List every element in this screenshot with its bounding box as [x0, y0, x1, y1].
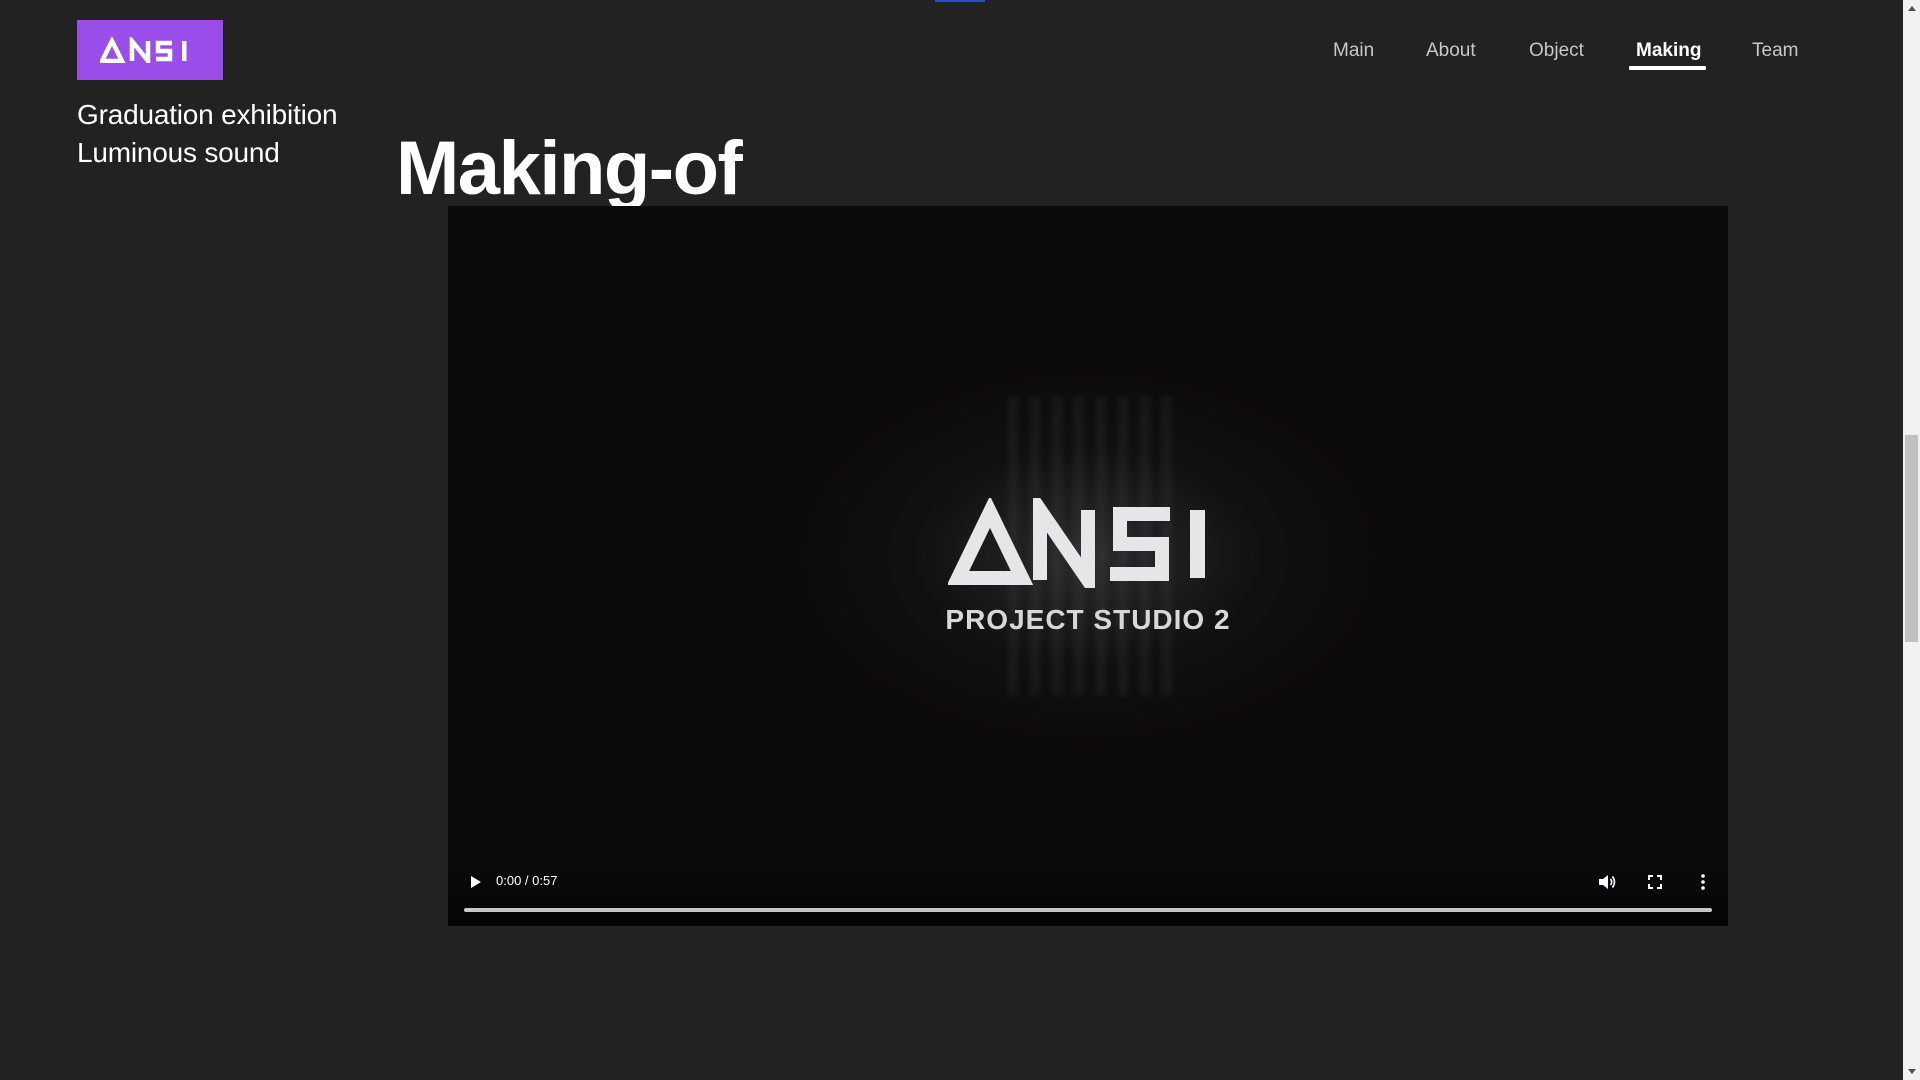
subtitle-line-2: Luminous sound: [77, 137, 280, 168]
nav-active-underline: [1629, 66, 1706, 70]
more-options-icon: [1701, 874, 1705, 890]
arrow-up-icon: [1907, 6, 1916, 11]
page-scrollbar[interactable]: [1903, 0, 1920, 1080]
page: Graduation exhibition Luminous sound Mai…: [0, 0, 1920, 1080]
nav-about[interactable]: About: [1426, 40, 1476, 72]
scroll-down-button[interactable]: [1903, 1063, 1920, 1080]
more-options-button[interactable]: [1691, 870, 1715, 894]
fullscreen-icon: [1648, 875, 1662, 889]
nav-team[interactable]: Team: [1752, 40, 1798, 72]
video-player[interactable]: PROJECT STUDIO 2 0:00 / 0:57: [448, 206, 1728, 926]
top-indicator: [935, 0, 985, 2]
video-controls: 0:00 / 0:57: [448, 856, 1728, 926]
volume-icon: [1599, 875, 1616, 889]
scroll-thumb[interactable]: [1905, 435, 1918, 642]
video-caption: PROJECT STUDIO 2: [945, 604, 1231, 635]
video-progress-bar[interactable]: [464, 908, 1712, 912]
time-display: 0:00 / 0:57: [496, 873, 558, 888]
subtitle-line-1: Graduation exhibition: [77, 99, 338, 130]
fullscreen-button[interactable]: [1643, 870, 1667, 894]
play-button[interactable]: [464, 870, 488, 894]
video-ansi-logo: [948, 498, 1205, 588]
ansi-logo: [100, 37, 187, 63]
nav-main[interactable]: Main: [1333, 40, 1374, 72]
page-heading: Making-of: [396, 126, 743, 211]
exhibition-subtitle: Graduation exhibition Luminous sound: [77, 96, 338, 172]
volume-button[interactable]: [1595, 870, 1619, 894]
arrow-down-icon: [1907, 1069, 1916, 1074]
logo-link[interactable]: [77, 20, 223, 80]
nav-object[interactable]: Object: [1529, 40, 1584, 72]
scroll-up-button[interactable]: [1903, 0, 1920, 17]
play-icon: [471, 876, 481, 888]
